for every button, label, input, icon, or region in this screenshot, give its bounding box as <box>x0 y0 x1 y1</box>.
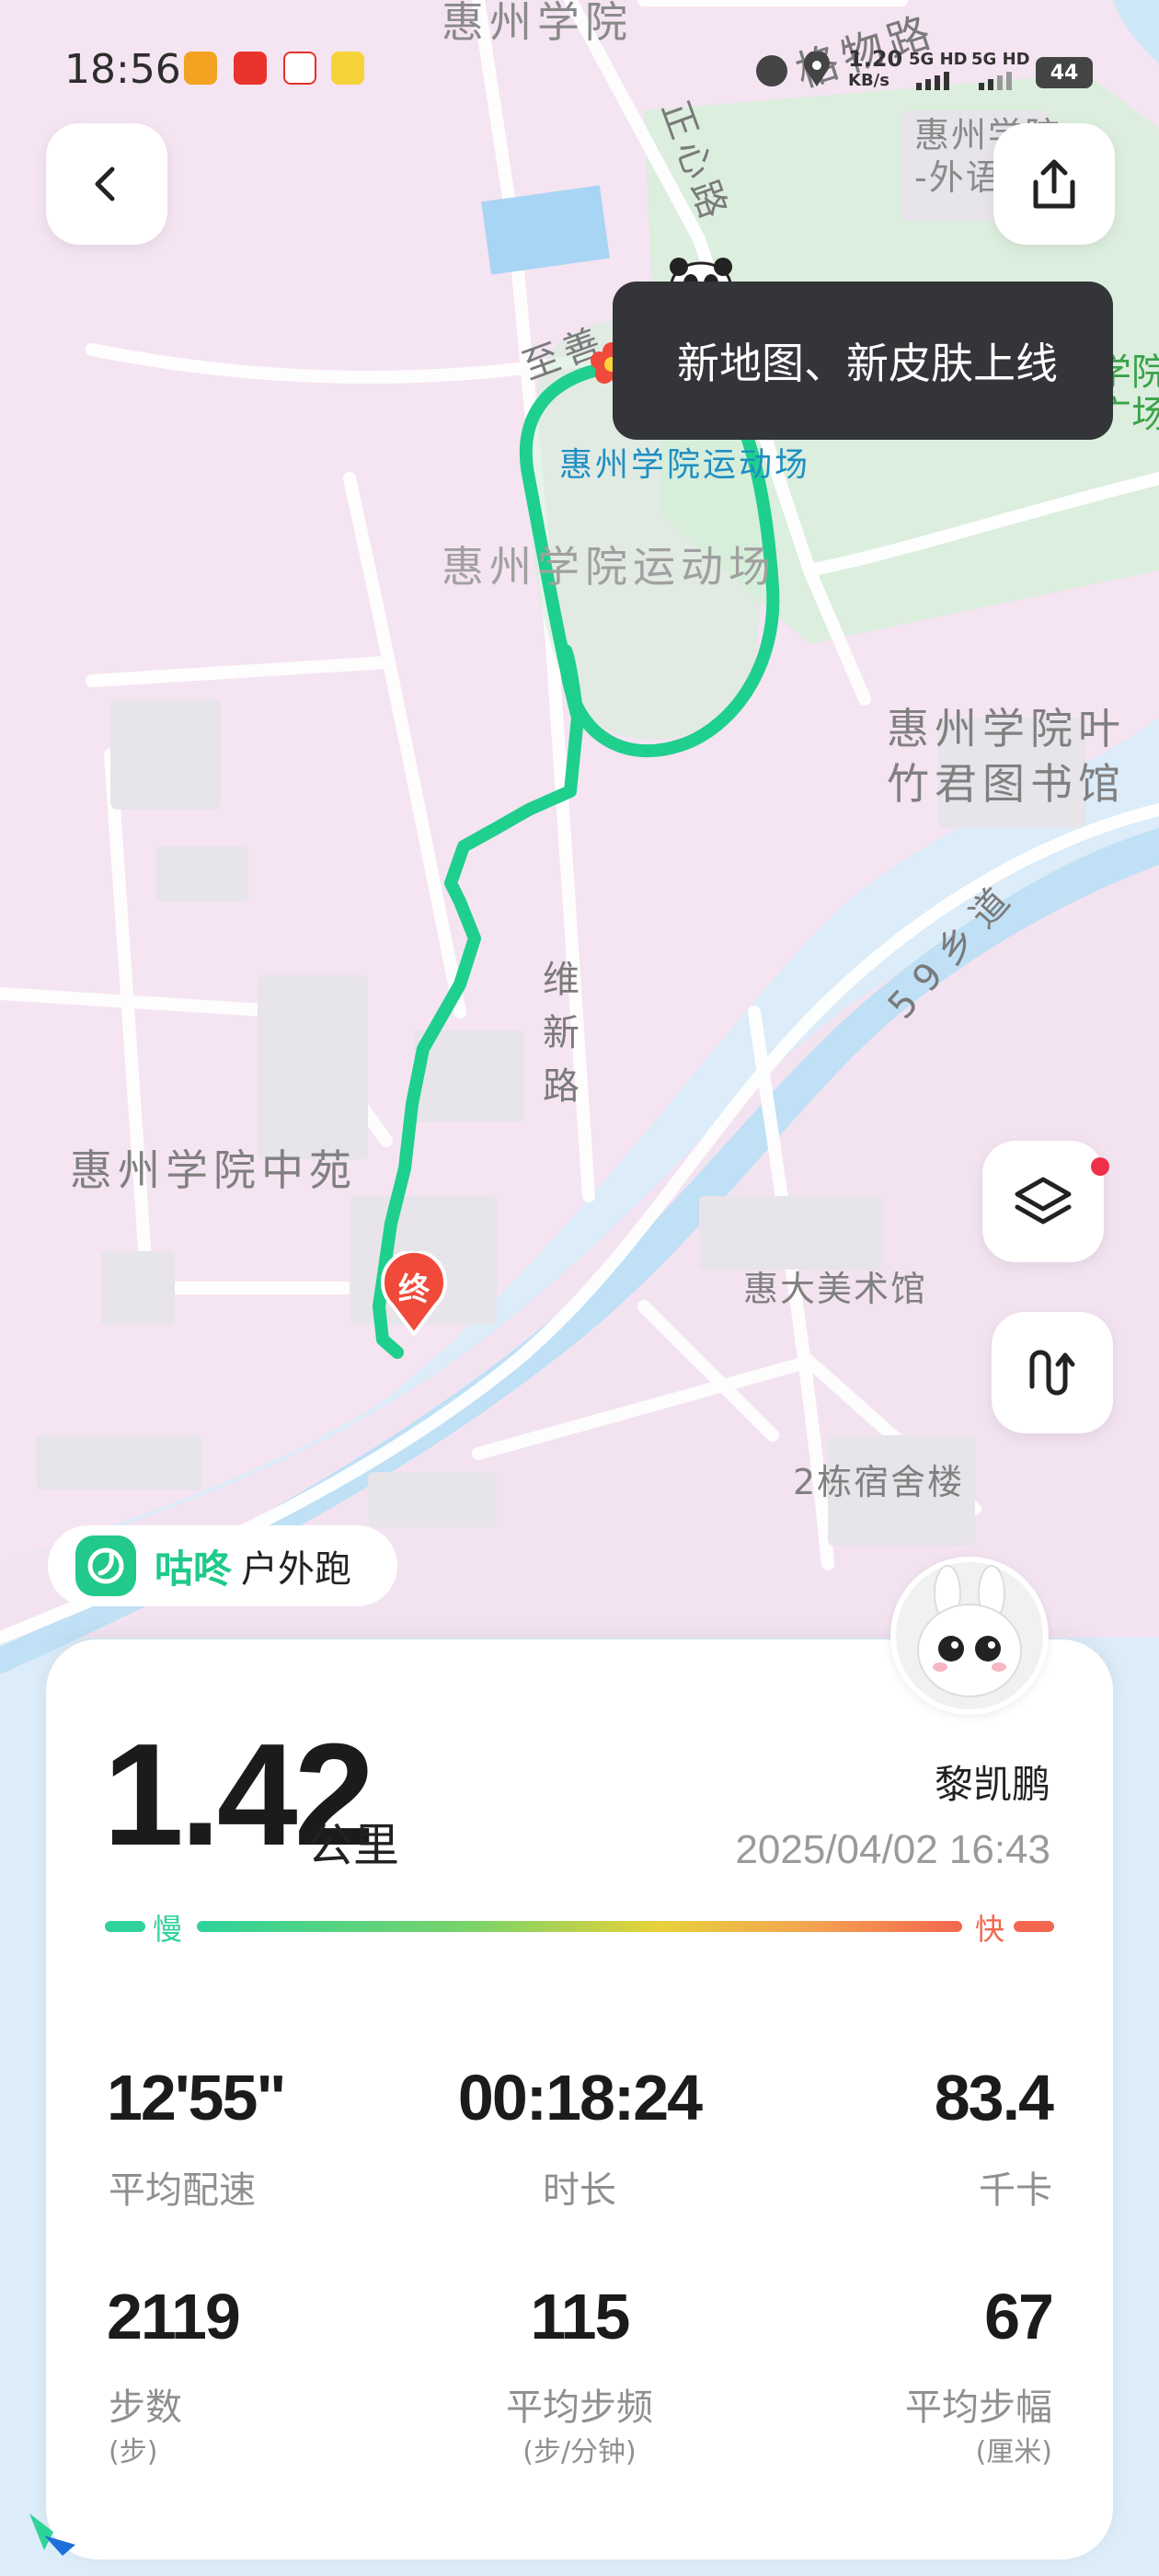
stat-duration-value: 00:18:24 <box>457 2062 703 2133</box>
stat-calories-label: 千卡 <box>979 2169 1052 2212</box>
status-app-icon-2 <box>234 52 267 85</box>
status-time: 18:56 <box>64 46 181 93</box>
stat-cadence-value: 115 <box>530 2281 631 2352</box>
tooltip-text: 新地图、新皮肤上线 <box>677 339 1058 388</box>
route-toggle-icon <box>1029 1350 1075 1396</box>
signal-1-bars-icon <box>914 70 960 94</box>
layers-notification-dot <box>1091 1157 1109 1176</box>
map-label-library-1: 惠州学院叶 <box>887 704 1126 753</box>
activity-type: 户外跑 <box>241 1548 352 1591</box>
route-mode-button[interactable] <box>992 1312 1113 1433</box>
map-label-art-museum: 惠大美术馆 <box>743 1269 928 1309</box>
stat-cadence-label: 平均步频 <box>506 2386 653 2429</box>
stat-stride-unit: (厘米) <box>975 2436 1052 2468</box>
stat-duration-label: 时长 <box>543 2169 616 2212</box>
location-icon <box>802 50 832 88</box>
net-speed: 1.20 KB/s <box>848 48 902 92</box>
distance-unit: 公里 <box>307 1819 399 1872</box>
stat-avg-pace-label: 平均配速 <box>109 2169 256 2212</box>
bottom-corner-logo-icon <box>26 2504 90 2559</box>
battery-indicator: 44 <box>1036 57 1093 88</box>
map-label-stadium-area: 惠州学院运动场 <box>442 542 776 592</box>
alarm-icon <box>756 55 787 86</box>
net-speed-unit: KB/s <box>848 71 889 90</box>
stat-steps-unit: (步) <box>109 2436 158 2468</box>
signal-2-bars-icon <box>977 70 1023 94</box>
pace-slow-cap <box>105 1921 145 1932</box>
stat-steps-value: 2119 <box>107 2281 241 2352</box>
rabbit-avatar-icon <box>917 1565 1022 1697</box>
layers-icon <box>1015 1177 1072 1225</box>
status-app-icon-1 <box>184 52 217 85</box>
pace-fast-label: 快 <box>975 1912 1005 1947</box>
share-button[interactable] <box>993 123 1115 245</box>
app-brand-pill: 咕咚 户外跑 <box>48 1525 397 1606</box>
chevron-left-icon <box>95 167 115 201</box>
end-marker-label: 终 <box>398 1271 430 1308</box>
brand-name: 咕咚 <box>155 1546 233 1592</box>
new-map-tooltip[interactable]: 新地图、新皮肤上线 <box>613 282 1113 440</box>
net-speed-value: 1.20 <box>848 46 903 72</box>
back-button[interactable] <box>46 123 167 245</box>
signal-1-label: 5G HD <box>909 50 968 69</box>
map-label-top-right-2: -外语 <box>914 157 1003 198</box>
workout-datetime: 2025/04/02 16:43 <box>735 1827 1050 1872</box>
pace-gradient-bar <box>197 1921 962 1932</box>
stat-stride-value: 67 <box>984 2281 1054 2352</box>
stat-cadence-unit: (步/分钟) <box>522 2436 637 2468</box>
weibo-icon <box>283 52 316 85</box>
map-label-library-2: 竹君图书馆 <box>887 759 1126 809</box>
layers-button[interactable] <box>982 1141 1104 1262</box>
stat-stride-label: 平均步幅 <box>905 2386 1052 2429</box>
avatar[interactable] <box>890 1557 1049 1715</box>
codoon-logo-icon <box>75 1535 136 1596</box>
map-label-dorm: 2栋宿舍楼 <box>793 1462 965 1502</box>
stat-steps-label: 步数 <box>109 2386 182 2429</box>
status-app-icon-4 <box>331 52 364 85</box>
pace-slow-label: 慢 <box>153 1912 183 1947</box>
map-label-college: 惠州学院 <box>442 0 633 47</box>
map-label-weixin-road: 维新路 <box>543 959 580 1108</box>
pace-fast-cap <box>1014 1921 1054 1932</box>
stat-calories-value: 83.4 <box>934 2062 1054 2133</box>
map-label-zhongyuan: 惠州学院中苑 <box>70 1145 357 1195</box>
user-name: 黎凯鹏 <box>934 1762 1050 1807</box>
stat-avg-pace-value: 12'55" <box>107 2062 287 2133</box>
end-marker: 终 <box>379 1251 449 1336</box>
map-label-stadium: 惠州学院运动场 <box>559 446 811 484</box>
signal-2-label: 5G HD <box>971 50 1030 69</box>
share-icon <box>1033 159 1075 209</box>
